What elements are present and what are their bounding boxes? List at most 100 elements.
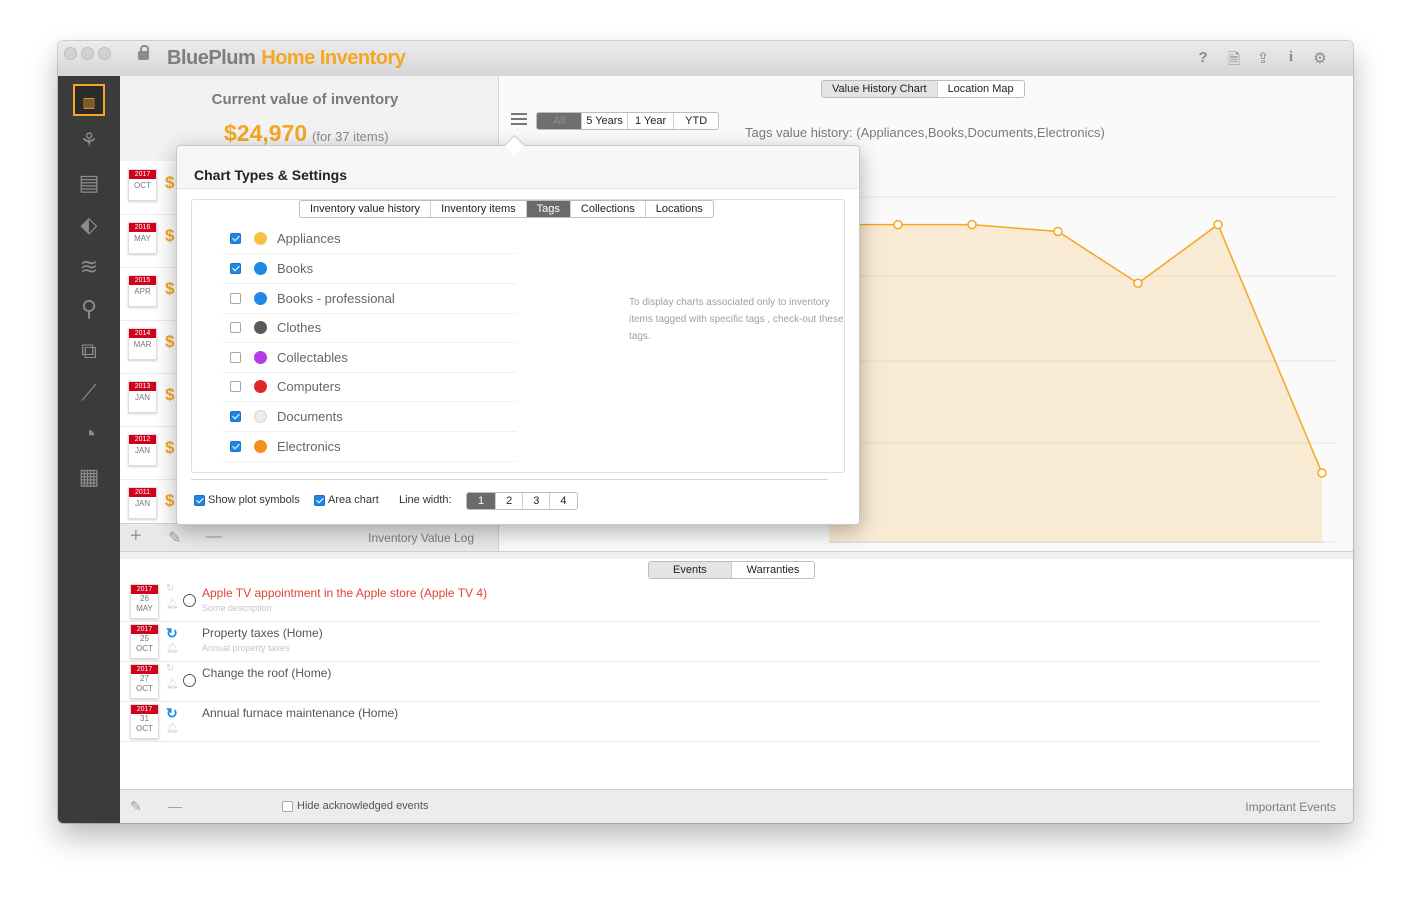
tag-label: Appliances xyxy=(277,231,341,246)
tag-row-computers[interactable]: Computers xyxy=(222,372,517,402)
dollar-icon: $ xyxy=(165,438,175,457)
tag-color-dot xyxy=(254,232,267,245)
remove-event-button[interactable]: — xyxy=(168,798,182,814)
item-count: (for 37 items) xyxy=(312,129,389,144)
event-row[interactable]: 2017 26 MAY ↻ 🔔︎ Apple TV appointment in t… xyxy=(120,581,1320,622)
layers-icon[interactable]: ≋ xyxy=(73,251,105,283)
tag-checkbox[interactable] xyxy=(230,381,241,392)
tag-color-dot xyxy=(254,410,267,423)
events-footer: ✎ — Hide acknowledged events Important E… xyxy=(120,789,1353,823)
data-point[interactable] xyxy=(1133,278,1143,288)
data-point[interactable] xyxy=(1317,468,1327,478)
tag-checkbox[interactable] xyxy=(230,293,241,304)
lock-icon[interactable] xyxy=(138,45,149,60)
gear-icon[interactable]: ⚙ xyxy=(1311,49,1329,67)
dollar-icon: $ xyxy=(165,332,175,351)
tag-icon[interactable]: ⬖ xyxy=(73,209,105,241)
tag-checkbox[interactable] xyxy=(230,441,241,452)
info-icon[interactable]: i xyxy=(1282,49,1300,66)
tab-locations[interactable]: Locations xyxy=(646,201,713,217)
line-width-3[interactable]: 3 xyxy=(523,493,551,509)
tag-checkbox[interactable] xyxy=(230,263,241,274)
tag-row-books-professional[interactable]: Books - professional xyxy=(222,284,517,314)
tag-row-electronics[interactable]: Electronics xyxy=(222,432,517,462)
tag-row-clothes[interactable]: Clothes xyxy=(222,313,517,343)
floorplan-icon[interactable]: ▤ xyxy=(73,167,105,199)
close-window-button[interactable] xyxy=(64,47,77,60)
data-point[interactable] xyxy=(1213,219,1223,230)
event-title: Change the roof (Home) xyxy=(202,666,332,680)
minimize-window-button[interactable] xyxy=(81,47,94,60)
calendar-badge: 2016 MAY xyxy=(128,222,157,254)
calendar-badge: 2011 JAN xyxy=(128,487,157,519)
tags-help-text: To display charts associated only to inv… xyxy=(629,297,844,342)
edit-event-button[interactable]: ✎ xyxy=(130,798,142,815)
area-chart-checkbox[interactable] xyxy=(314,495,325,506)
tag-checkbox[interactable] xyxy=(230,233,241,244)
tab-events[interactable]: Events xyxy=(649,562,732,578)
dollar-icon: $ xyxy=(165,491,175,510)
show-plot-symbols-label: Show plot symbols xyxy=(208,494,300,506)
data-point[interactable] xyxy=(1053,226,1063,237)
zoom-window-button[interactable] xyxy=(98,47,111,60)
clipboard-icon[interactable]: ▦ xyxy=(73,461,105,493)
recurring-icon: ↻ xyxy=(166,625,178,641)
data-point[interactable] xyxy=(967,219,977,230)
event-row[interactable]: 2017 27 OCT ↻ 🔔︎ Change the roof (Home) xyxy=(120,661,1320,702)
show-plot-symbols-checkbox[interactable] xyxy=(194,495,205,506)
location-pin-icon[interactable]: ⚲ xyxy=(73,293,105,325)
bell-icon: 🔔︎ xyxy=(166,643,179,654)
calendar-badge: 2017 27 OCT xyxy=(130,664,159,699)
calendar-badge: 2017 31 OCT xyxy=(130,704,159,739)
tab-inventory-items[interactable]: Inventory items xyxy=(431,201,527,217)
hide-acknowledged-checkbox[interactable] xyxy=(282,801,293,812)
tag-checkbox[interactable] xyxy=(230,322,241,333)
calendar-badge: 2012 JAN xyxy=(128,434,157,466)
tag-row-appliances[interactable]: Appliances xyxy=(222,224,517,254)
current-value-title: Current value of inventory xyxy=(211,91,399,108)
remove-button[interactable]: — xyxy=(206,528,222,546)
line-chart-icon[interactable]: ⟋ xyxy=(73,377,105,409)
brand-product: Home Inventory xyxy=(261,47,406,69)
items-icon[interactable]: ⚘ xyxy=(73,125,105,157)
share-icon[interactable]: ⇪ xyxy=(1254,49,1272,67)
divider xyxy=(191,479,828,480)
tag-row-collectables[interactable]: Collectables xyxy=(222,343,517,373)
calendar-badge: 2017 25 OCT xyxy=(130,624,159,659)
tag-checkbox[interactable] xyxy=(230,352,241,363)
tab-inventory-value-history[interactable]: Inventory value history xyxy=(300,201,432,217)
event-row[interactable]: 2017 31 OCT ↻ 🔔︎ Annual furnace maintenanc… xyxy=(120,701,1320,742)
tag-label: Clothes xyxy=(277,320,322,335)
line-width-1[interactable]: 1 xyxy=(467,493,497,509)
tab-collections[interactable]: Collections xyxy=(571,201,646,217)
tag-row-books[interactable]: Books xyxy=(222,254,517,284)
event-description: Annual property taxes xyxy=(202,643,290,653)
app-title: BluePlum Home Inventory xyxy=(167,47,406,70)
tab-warranties[interactable]: Warranties xyxy=(732,562,815,578)
tag-color-dot xyxy=(254,440,267,453)
popover-header: Chart Types & Settings xyxy=(177,134,859,189)
data-point[interactable] xyxy=(893,219,903,230)
document-icon[interactable]: 🗎 xyxy=(1225,49,1243,74)
tab-tags[interactable]: Tags xyxy=(526,201,571,217)
bell-icon: 🔔︎ xyxy=(166,679,179,690)
tag-checkbox[interactable] xyxy=(230,411,241,422)
dashboard-icon[interactable]: ▥ xyxy=(73,84,105,116)
acknowledge-checkbox[interactable] xyxy=(183,594,196,607)
edit-button[interactable]: ✎ xyxy=(168,528,181,548)
collections-icon[interactable]: ⧉ xyxy=(73,335,105,367)
help-icon[interactable]: ? xyxy=(1194,49,1212,66)
acknowledge-checkbox[interactable] xyxy=(183,674,196,687)
line-width-4[interactable]: 4 xyxy=(550,493,576,509)
add-button[interactable]: + xyxy=(130,525,142,548)
tag-color-dot xyxy=(254,321,267,334)
event-row[interactable]: 2017 25 OCT ↻ 🔔︎ Property taxes (Home) Ann… xyxy=(120,621,1320,662)
tags-settings-box: Inventory value history Inventory items … xyxy=(191,199,845,473)
tag-label: Books - professional xyxy=(277,291,395,306)
series-area xyxy=(829,224,1322,542)
important-events-label: Important Events xyxy=(1245,800,1336,814)
pie-chart-icon[interactable]: ◔ xyxy=(73,419,105,451)
dollar-icon: $ xyxy=(165,226,175,245)
line-width-2[interactable]: 2 xyxy=(496,493,524,509)
tag-row-documents[interactable]: Documents xyxy=(222,402,517,432)
